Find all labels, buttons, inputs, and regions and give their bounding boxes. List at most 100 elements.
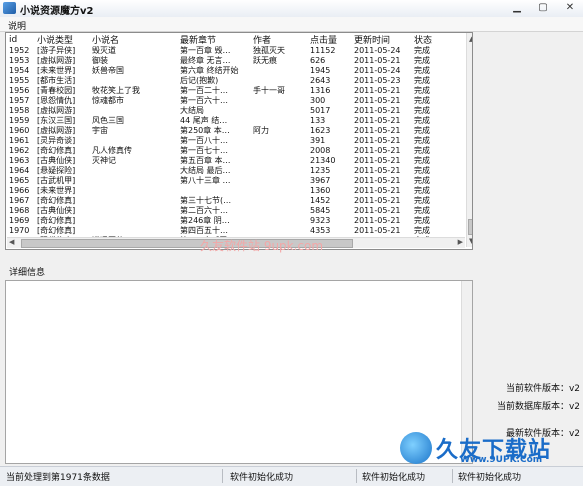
cell-latest-chapter <box>177 186 250 196</box>
cell-status: 完成 <box>414 156 430 165</box>
cell-clicks: 1235 <box>310 166 331 175</box>
table-row[interactable]: 1965 [古武机甲] 第八十三章 … 3967 2011-05-21 完成 <box>6 176 466 186</box>
table-row[interactable]: 1952 [游子异侠] 毁灭道 第一百章 毁… 独孤灭天 11152 2011-05-24 完… <box>6 46 466 56</box>
table-row[interactable]: 1963 [古典仙侠] 灭神记 第五百章 本… 21340 2011-05-21 完成 <box>6 156 466 166</box>
cell-author: 手十一哥 <box>253 86 285 95</box>
cell-latest-chapter: 第六章 终结开始 <box>180 66 239 75</box>
cell-type: [灵异奇谈] <box>37 136 76 145</box>
table-row[interactable]: 1961 [灵异奇谈] 第一百八十… 391 2011-05-21 完成 <box>6 136 466 146</box>
cell-clicks: 4353 <box>310 226 331 235</box>
cell-id: 1967 <box>9 196 30 205</box>
cell-clicks: 1452 <box>310 196 331 205</box>
table-row[interactable]: 1959 [东汉三国] 风色三国 44 尾声 结… 133 2011-05-21 完成 <box>6 116 466 126</box>
cell-id: 1958 <box>9 106 30 115</box>
cell-id: 1963 <box>9 156 30 165</box>
column-header-latest-chapter[interactable]: 最新章节 <box>177 33 250 46</box>
menu-item-help[interactable]: 说明 <box>8 19 26 32</box>
cell-updated: 2011-05-21 <box>354 116 401 125</box>
cell-id: 1970 <box>9 226 30 235</box>
cell-type: [未来世界] <box>37 186 76 195</box>
logo-icon <box>400 432 432 464</box>
cell-latest-chapter: 第四百五十… <box>180 226 228 235</box>
cell-author: 跃无痕 <box>253 56 277 65</box>
column-header-id[interactable]: id <box>6 33 34 46</box>
logo-url: Www.9UPK.Com <box>460 455 543 465</box>
column-header-clicks[interactable]: 点击量 <box>307 33 351 46</box>
cell-status: 完成 <box>414 206 430 215</box>
cell-name <box>89 196 177 206</box>
app-icon <box>3 2 16 14</box>
column-header-updated[interactable]: 更新时间 <box>351 33 411 46</box>
table-row[interactable]: 1953 [虚拟网游] 御装 最终章 无言… 跃无痕 626 2011-05-21 完成 <box>6 56 466 66</box>
table-row[interactable]: 1964 [悬疑探险] 大结局 最后… 1235 2011-05-21 完成 <box>6 166 466 176</box>
column-header-type[interactable]: 小说类型 <box>34 33 89 46</box>
cell-latest-chapter: 第八十三章 … <box>180 176 231 185</box>
scroll-thumb[interactable] <box>468 219 472 235</box>
cell-type: [虚拟网游] <box>37 56 76 65</box>
status-divider <box>356 469 357 483</box>
status-divider <box>452 469 453 483</box>
cell-latest-chapter: 44 尾声 结… <box>180 116 228 125</box>
cell-name <box>89 106 177 116</box>
column-header-name[interactable]: 小说名 <box>89 33 177 46</box>
table-row[interactable]: 1968 [古典仙侠] 第二百六十… 5845 2011-05-21 完成 <box>6 206 466 216</box>
cell-name: 宇宙 <box>92 126 108 135</box>
cell-author: 独孤灭天 <box>253 46 285 55</box>
maximize-button[interactable]: ▢ <box>530 0 556 16</box>
table-row[interactable]: 1958 [虚拟网游] 大结局 5017 2011-05-21 完成 <box>6 106 466 116</box>
table-row[interactable]: 1967 [奇幻修真] 第三十七节(… 1452 2011-05-21 完成 <box>6 196 466 206</box>
cell-status: 完成 <box>414 226 430 235</box>
cell-id: 1964 <box>9 166 30 175</box>
title-bar: 小说资源魔方v2 ▁ ▢ ✕ <box>0 0 583 18</box>
cell-updated: 2011-05-21 <box>354 176 401 185</box>
cell-latest-chapter: 第一百二十… <box>180 86 228 95</box>
cell-name <box>89 76 177 86</box>
column-header-author[interactable]: 作者 <box>250 33 307 46</box>
cell-type: [奇幻修真] <box>37 226 76 235</box>
cell-latest-chapter: 大结局 最后… <box>180 166 231 175</box>
status-bar: 当前处理到第1971条数据 软件初始化成功 软件初始化成功 软件初始化成功 <box>0 466 583 486</box>
table-vertical-scrollbar[interactable]: ▲ ▼ <box>466 33 472 247</box>
cell-id: 1961 <box>9 136 30 145</box>
column-header-status[interactable]: 状态 <box>411 33 466 46</box>
cell-id: 1969 <box>9 216 30 225</box>
scroll-down-icon[interactable]: ▼ <box>469 237 472 245</box>
cell-id: 1960 <box>9 126 30 135</box>
cell-latest-chapter: 第五百章 本… <box>180 156 231 165</box>
table-row[interactable]: 1956 [青春校园] 牧花笑上了我 第一百二十… 手十一哥 1316 2011-05-21… <box>6 86 466 96</box>
cell-type: [虚拟网游] <box>37 126 76 135</box>
minimize-button[interactable]: ▁ <box>504 0 530 16</box>
table-row[interactable]: 1955 [都市生活] 后记(抱歉) 2643 2011-05-23 完成 <box>6 76 466 86</box>
cell-type: [恩怨情仇] <box>37 96 76 105</box>
cell-type: [古典仙侠] <box>37 206 76 215</box>
close-button[interactable]: ✕ <box>557 0 583 16</box>
table-row[interactable]: 1970 [奇幻修真] 第四百五十… 4353 2011-05-21 完成 <box>6 226 466 236</box>
table-header-row: id 小说类型 小说名 最新章节 作者 点击量 更新时间 状态 <box>6 33 466 46</box>
cell-clicks: 1945 <box>310 66 331 75</box>
cell-id: 1956 <box>9 86 30 95</box>
cell-author <box>250 116 307 126</box>
cell-status: 完成 <box>414 86 430 95</box>
cell-author: 阿力 <box>253 126 269 135</box>
scroll-left-icon[interactable]: ◀ <box>9 238 14 246</box>
cell-latest-chapter: 第一百章 毁… <box>180 46 231 55</box>
table-row[interactable]: 1966 [未来世界] 1360 2011-05-21 完成 <box>6 186 466 196</box>
table-row[interactable]: 1954 [未来世界] 妖兽帝国 第六章 终结开始 1945 2011-05-24 完成 <box>6 66 466 76</box>
cell-status: 完成 <box>414 196 430 205</box>
cell-author <box>250 166 307 176</box>
cell-latest-chapter: 第250章 本… <box>180 126 230 135</box>
cell-status: 完成 <box>414 56 430 65</box>
table-row[interactable]: 1962 [奇幻修真] 凡人修真传 第一百七十… 2008 2011-05-21 完成 <box>6 146 466 156</box>
menu-bar: 说明 <box>0 17 583 32</box>
cell-author <box>250 226 307 236</box>
cell-name <box>89 226 177 236</box>
cell-type: [青春校园] <box>37 86 76 95</box>
cell-type: [古典仙侠] <box>37 156 76 165</box>
novel-table[interactable]: id 小说类型 小说名 最新章节 作者 点击量 更新时间 状态 1952 [游子异… <box>5 32 473 250</box>
table-row[interactable]: 1960 [虚拟网游] 宇宙 第250章 本… 阿力 1623 2011-05-21 完成 <box>6 126 466 136</box>
cell-name: 灭神记 <box>92 156 116 165</box>
table-row[interactable]: 1969 [奇幻修真] 第246章 阴… 9323 2011-05-21 完成 <box>6 216 466 226</box>
scroll-up-icon[interactable]: ▲ <box>469 35 472 43</box>
table-row[interactable]: 1957 [恩怨情仇] 惊魂都市 第一百六十… 300 2011-05-21 完成 <box>6 96 466 106</box>
scroll-right-icon[interactable]: ▶ <box>458 238 463 246</box>
